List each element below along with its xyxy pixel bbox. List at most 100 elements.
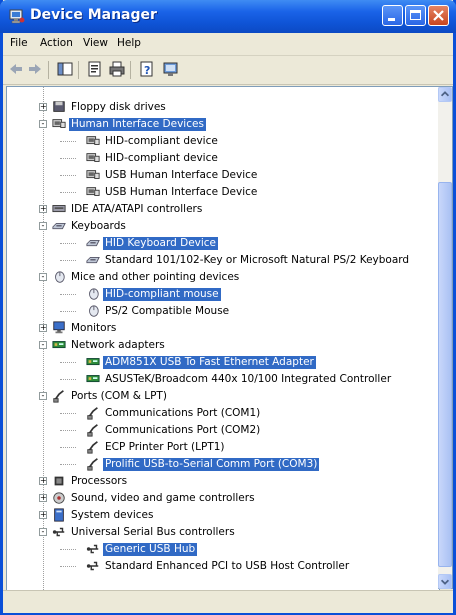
hid-icon [86,187,100,196]
network-icon [86,358,100,366]
tree-item-label: Mice and other pointing devices [71,271,240,283]
mouse-icon [89,288,99,300]
tree-item-usb-human-interface-device[interactable]: USB Human Interface Device [7,184,437,201]
tree-guide-line [60,141,76,142]
collapse-icon[interactable]: - [39,341,47,349]
tree-item-label: System devices [71,509,154,521]
tree-item-usb-controllers[interactable]: - Universal Serial Bus controllers [7,524,437,541]
help-icon[interactable]: ? [139,61,155,77]
tree-item-broadcom-controller[interactable]: ASUSTeK/Broadcom 440x 10/100 Integrated … [7,371,437,388]
tree-item-generic-usb-hub[interactable]: Generic USB Hub [7,541,437,558]
scroll-up-button[interactable] [438,87,452,102]
tree-item-lpt1[interactable]: ECP Printer Port (LPT1) [7,439,437,456]
tree-item-usb-human-interface-device[interactable]: USB Human Interface Device [7,167,437,184]
tree-guide-line [60,413,76,414]
minimize-button[interactable] [382,5,403,26]
tree-guide-line [60,566,76,567]
tree-item-ps2-compatible-mouse[interactable]: PS/2 Compatible Mouse [7,303,437,320]
network-icon [52,341,66,349]
tree-item-label: USB Human Interface Device [105,169,258,181]
toolbar: ? [3,56,453,85]
tree-item-processors[interactable]: + Processors [7,473,437,490]
tree-item-com2[interactable]: Communications Port (COM2) [7,422,437,439]
scrollbar-thumb[interactable] [438,182,452,567]
menu-action[interactable]: Action [40,37,73,49]
tree-item-network-adapters[interactable]: - Network adapters [7,337,437,354]
tree-item-label: Generic USB Hub [103,543,198,556]
tree-item-standard-ps2-keyboard[interactable]: Standard 101/102-Key or Microsoft Natura… [7,252,437,269]
tree-item-floppy-disk-drives[interactable]: + Floppy disk drives [7,99,437,116]
close-icon [433,10,444,21]
collapse-icon[interactable]: - [39,222,47,230]
tree-item-ports[interactable]: - Ports (COM & LPT) [7,388,437,405]
window-title: Device Manager [30,7,157,23]
keyboard-icon [86,256,100,264]
vertical-scrollbar[interactable] [438,86,453,589]
tree-item-label: Communications Port (COM1) [105,407,261,419]
tree-item-label: PS/2 Compatible Mouse [105,305,230,317]
collapse-icon[interactable]: - [39,273,47,281]
tree-item-label: Human Interface Devices [69,118,206,131]
tree-item-sound-video-game[interactable]: + Sound, video and game controllers [7,490,437,507]
port-icon [53,390,64,403]
tree-item-hid-keyboard-device[interactable]: HID Keyboard Device [7,235,437,252]
print-icon[interactable] [109,61,125,77]
device-tree[interactable]: + Floppy disk drives - Human Interface Devi… [6,86,440,591]
collapse-icon[interactable]: - [39,120,47,128]
sound-icon [53,492,65,504]
show-hide-console-tree-icon[interactable] [57,61,73,77]
tree-item-label: ADM851X USB To Fast Ethernet Adapter [103,356,316,369]
forward-arrow-icon[interactable] [27,61,43,77]
tree-item-hid-compliant-device[interactable]: HID-compliant device [7,150,437,167]
expand-icon[interactable]: + [39,477,47,485]
tree-item-ide-ata-atapi-controllers[interactable]: + IDE ATA/ATAPI controllers [7,201,437,218]
scroll-down-button[interactable] [438,574,452,589]
expand-icon[interactable]: + [39,494,47,502]
tree-item-usb-host-controller[interactable]: Standard Enhanced PCI to USB Host Contro… [7,558,437,575]
tree-item-label: Processors [71,475,128,487]
usb-icon [52,527,65,537]
tree-item-monitors[interactable]: + Monitors [7,320,437,337]
tree-item-hid-compliant-mouse[interactable]: HID-compliant mouse [7,286,437,303]
tree-item-system-devices[interactable]: + System devices [7,507,437,524]
tree-guide-line [60,430,76,431]
tree-item-com3[interactable]: Prolific USB-to-Serial Comm Port (COM3) [7,456,437,473]
collapse-icon[interactable]: - [39,392,47,400]
usb-icon [86,544,99,554]
tree-item-usb-ethernet-adapter[interactable]: ADM851X USB To Fast Ethernet Adapter [7,354,437,371]
expand-icon[interactable]: + [39,324,47,332]
tree-item-hid-compliant-device[interactable]: HID-compliant device [7,133,437,150]
keyboard-icon [86,239,100,247]
mouse-icon [55,271,65,283]
properties-icon[interactable] [87,61,103,77]
tree-item-label: Ports (COM & LPT) [71,390,167,402]
tree-item-human-interface-devices[interactable]: - Human Interface Devices [7,116,437,133]
close-button[interactable] [428,5,449,26]
menu-help[interactable]: Help [117,37,141,49]
maximize-button[interactable] [405,5,426,26]
tree-item-label: HID-compliant device [105,135,218,147]
hid-icon [86,170,100,179]
expand-icon[interactable]: + [39,103,47,111]
tree-item-com1[interactable]: Communications Port (COM1) [7,405,437,422]
collapse-icon[interactable]: - [39,528,47,536]
usb-icon [86,561,99,571]
tree-guide-line [60,379,76,380]
title-bar[interactable]: Device Manager [0,0,456,33]
menu-view[interactable]: View [83,37,108,49]
status-bar [3,590,453,613]
tree-item-label: HID-compliant mouse [103,288,221,301]
tree-item-label: Standard Enhanced PCI to USB Host Contro… [105,560,350,572]
scan-hardware-icon[interactable] [163,61,179,77]
tree-item-keyboards[interactable]: - Keyboards [7,218,437,235]
expand-icon[interactable]: + [39,511,47,519]
cpu-icon [54,476,64,486]
tree-item-label: ASUSTeK/Broadcom 440x 10/100 Integrated … [105,373,392,385]
tree-item-mice-and-pointing-devices[interactable]: - Mice and other pointing devices [7,269,437,286]
tree-item-label: Standard 101/102-Key or Microsoft Natura… [105,254,410,266]
device-manager-window: Device Manager File Action View Help ? +… [0,0,456,615]
tree-guide-line [60,464,76,465]
menu-file[interactable]: File [10,37,28,49]
expand-icon[interactable]: + [39,205,47,213]
back-arrow-icon[interactable] [8,61,24,77]
